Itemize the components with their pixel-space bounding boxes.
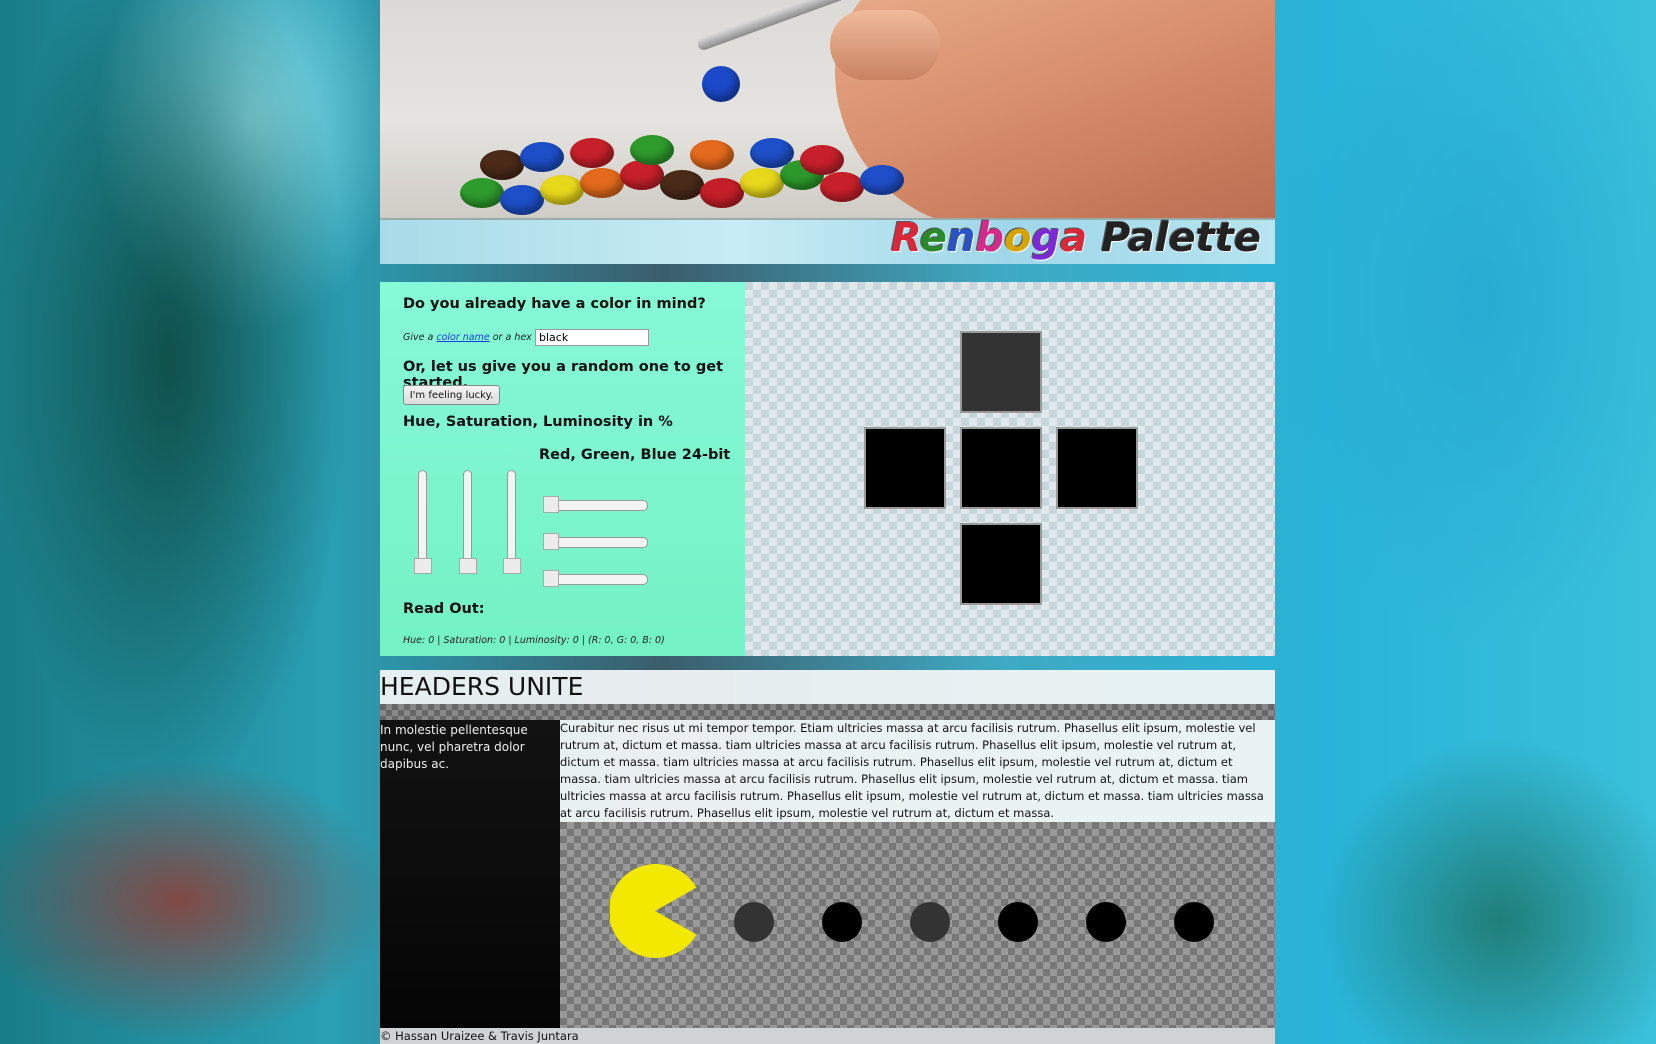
pellet [822, 902, 862, 942]
green-slider[interactable] [543, 533, 648, 550]
banner: Renboga Palette [380, 0, 1275, 264]
sidebar-text: In molestie pellentesque nunc, vel phare… [380, 723, 528, 771]
pellet [1174, 902, 1214, 942]
blue-slider-thumb[interactable] [543, 570, 559, 587]
section-header-text: HEADERS UNITE [380, 672, 584, 701]
green-slider-thumb[interactable] [543, 533, 559, 550]
feeling-lucky-button[interactable]: I'm feeling lucky. [403, 385, 500, 405]
swatch-right[interactable] [1056, 427, 1138, 509]
saturation-slider[interactable] [459, 470, 477, 574]
section-header: HEADERS UNITE [380, 670, 1275, 704]
blue-slider[interactable] [543, 570, 648, 587]
color-name-link[interactable]: color name [436, 332, 489, 343]
red-slider[interactable] [543, 496, 648, 513]
hue-slider[interactable] [414, 470, 432, 574]
checker-band [380, 704, 1275, 720]
swatch-center[interactable] [960, 427, 1042, 509]
swatch-left[interactable] [864, 427, 946, 509]
copyright-text: © Hassan Uraizee & Travis Juntara [380, 1029, 579, 1043]
swatch-bottom[interactable] [960, 523, 1042, 605]
swatch-top[interactable] [960, 331, 1042, 413]
pacman-game [560, 822, 1275, 1028]
footer: © Hassan Uraizee & Travis Juntara [380, 1028, 1275, 1044]
pellet [1086, 902, 1126, 942]
saturation-slider-thumb[interactable] [459, 558, 477, 574]
rgb-heading: Red, Green, Blue 24-bit [539, 447, 731, 463]
color-picker-panel: Do you already have a color in mind? Giv… [380, 282, 745, 656]
color-in-mind-heading: Do you already have a color in mind? [403, 296, 706, 312]
page: Renboga Palette Do you already have a co… [380, 0, 1275, 1044]
sidebar: In molestie pellentesque nunc, vel phare… [380, 720, 560, 1028]
pacman [610, 864, 697, 958]
swatch-area [745, 282, 1275, 656]
red-slider-thumb[interactable] [543, 496, 559, 513]
readout-text: Hue: 0 | Saturation: 0 | Luminosity: 0 |… [403, 635, 665, 646]
pellet [910, 902, 950, 942]
article: Curabitur nec risus ut mi tempor tempor.… [560, 720, 1275, 822]
article-text: Curabitur nec risus ut mi tempor tempor.… [560, 721, 1264, 820]
hue-slider-thumb[interactable] [414, 558, 432, 574]
luminosity-slider[interactable] [503, 470, 521, 574]
site-title: Renboga Palette [890, 215, 1261, 261]
readout-heading: Read Out: [403, 601, 485, 617]
banner-photo [380, 0, 1275, 230]
color-input[interactable] [535, 329, 649, 346]
pellet [734, 902, 774, 942]
pellet [998, 902, 1038, 942]
hsl-heading: Hue, Saturation, Luminosity in % [403, 414, 673, 430]
luminosity-slider-thumb[interactable] [503, 558, 521, 574]
